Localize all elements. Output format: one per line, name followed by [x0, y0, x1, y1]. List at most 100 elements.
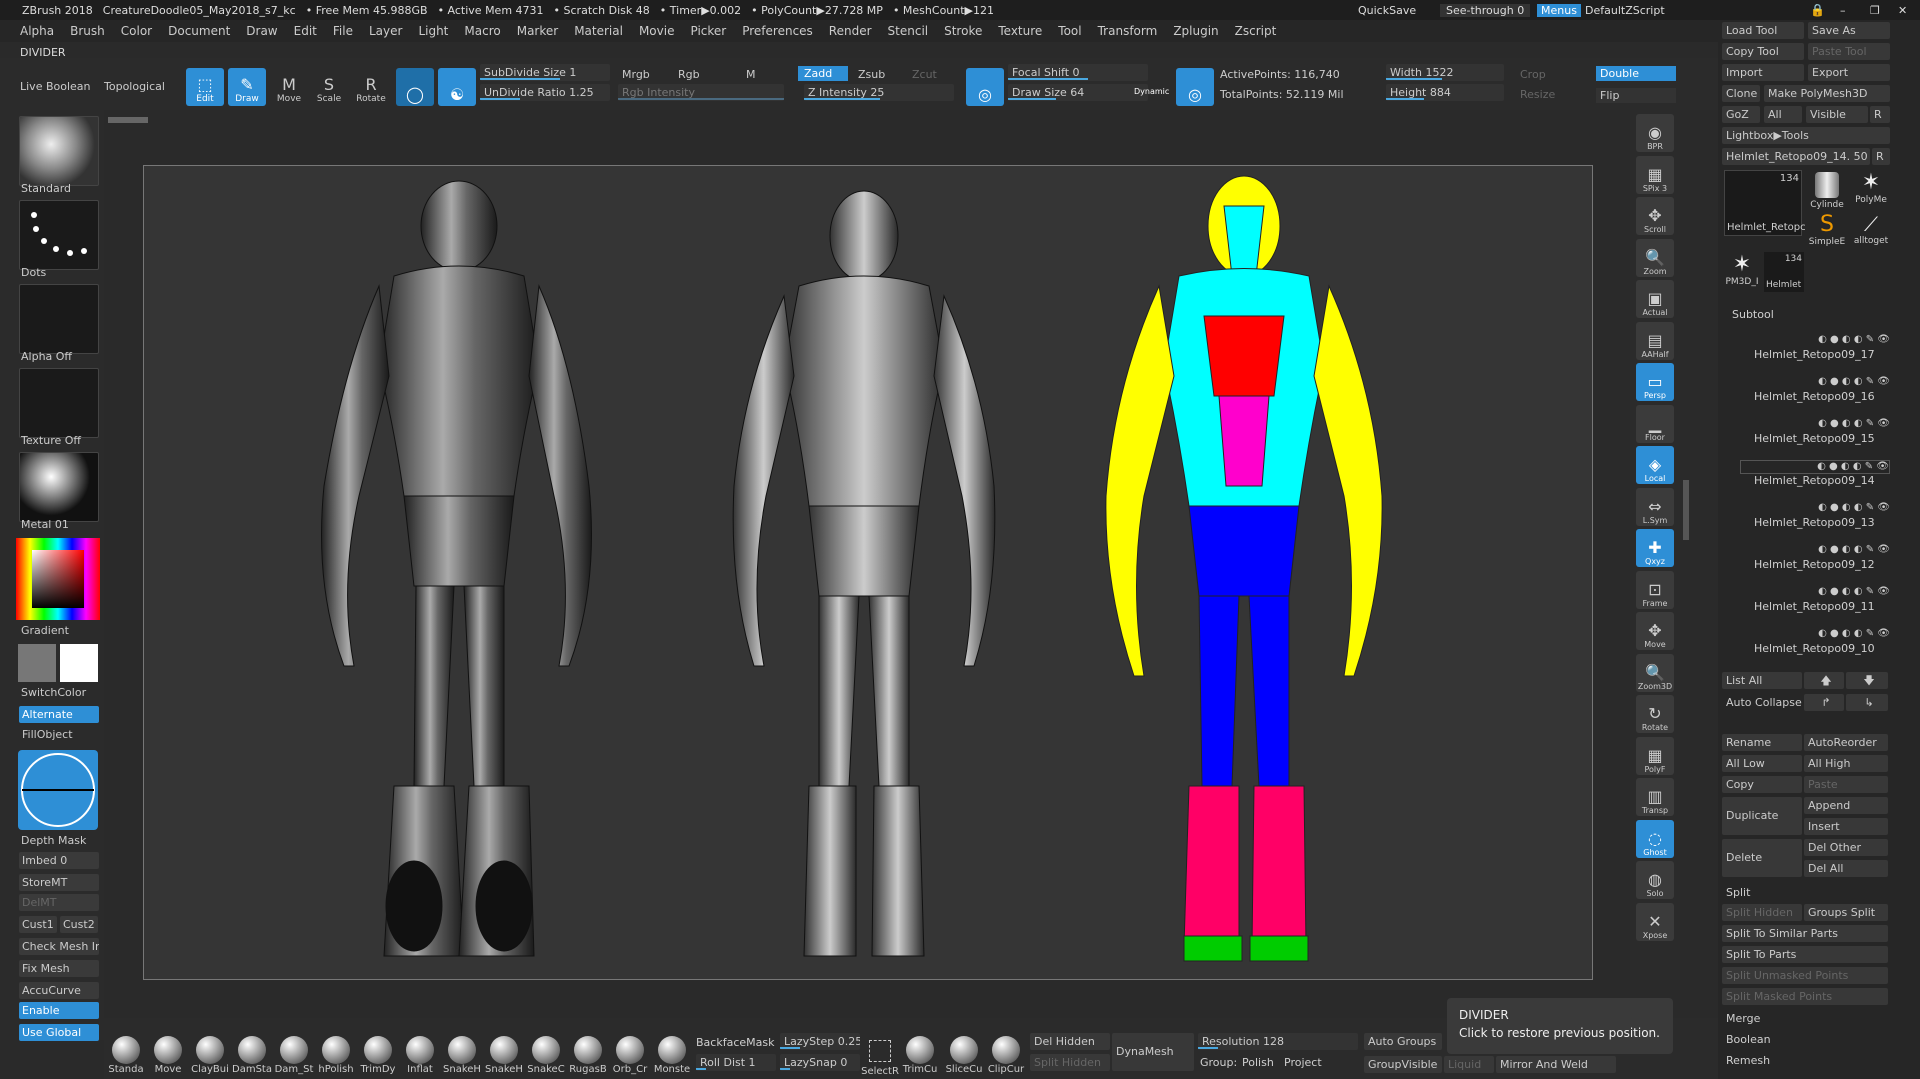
- delete-button[interactable]: Delete: [1722, 839, 1802, 877]
- check-mesh-button[interactable]: Check Mesh In: [19, 938, 99, 955]
- mirror-weld-button[interactable]: Mirror And Weld: [1496, 1056, 1616, 1073]
- select-rect-brush[interactable]: SelectR: [860, 1036, 900, 1077]
- move-button[interactable]: M Move: [270, 68, 308, 106]
- zcut-button[interactable]: Zcut: [912, 68, 937, 81]
- goz-button[interactable]: GoZ: [1722, 106, 1760, 123]
- subtool-item[interactable]: Helmlet_Retopo09_14: [1754, 474, 1875, 487]
- crop-button[interactable]: Crop: [1520, 68, 1546, 81]
- del-all-button[interactable]: Del All: [1804, 860, 1888, 877]
- autoreorder-button[interactable]: AutoReorder: [1804, 734, 1888, 751]
- menu-color[interactable]: Color: [113, 24, 160, 38]
- cust2-button[interactable]: Cust2: [60, 916, 98, 933]
- height-slider[interactable]: Height 884: [1386, 84, 1504, 101]
- depth-mask-thumb[interactable]: [18, 750, 98, 830]
- tool-r-button[interactable]: R: [1872, 148, 1890, 165]
- menu-file[interactable]: File: [325, 24, 361, 38]
- r-button[interactable]: R: [1870, 106, 1890, 123]
- menu-stencil[interactable]: Stencil: [880, 24, 937, 38]
- split-unmasked-button[interactable]: Split Unmasked Points: [1722, 967, 1888, 984]
- rotate-button[interactable]: R Rotate: [352, 68, 390, 106]
- arrow-down-icon[interactable]: 🡇: [1846, 672, 1888, 689]
- draw-button[interactable]: ✎ Draw: [228, 68, 266, 106]
- subtool-controls[interactable]: ◐ ● ◐ ◐ ✎ 👁: [1740, 376, 1890, 390]
- m-button[interactable]: M: [746, 68, 756, 81]
- subtool-item[interactable]: Helmlet_Retopo09_13: [1754, 516, 1875, 529]
- menu-marker[interactable]: Marker: [509, 24, 566, 38]
- brush-snakeh-button[interactable]: SnakeH: [484, 1036, 524, 1075]
- minimize-icon[interactable]: –: [1840, 4, 1846, 17]
- delmt-button[interactable]: DelMT: [19, 894, 99, 911]
- close-icon[interactable]: ✕: [1898, 4, 1907, 17]
- lightbox-tools-button[interactable]: Lightbox▶Tools: [1722, 127, 1890, 144]
- export-button[interactable]: Export: [1808, 64, 1890, 81]
- menu-movie[interactable]: Movie: [631, 24, 683, 38]
- shelf-transp-button[interactable]: ▥ Transp: [1636, 778, 1674, 816]
- menus-button[interactable]: Menus: [1537, 3, 1581, 17]
- focal-shift-slider[interactable]: Focal Shift 0: [1008, 64, 1148, 81]
- tool-thumb-cylinder[interactable]: Cylinde: [1806, 170, 1848, 210]
- boolean-header[interactable]: Boolean: [1726, 1033, 1771, 1046]
- subtool-item[interactable]: Helmlet_Retopo09_12: [1754, 558, 1875, 571]
- insert-button[interactable]: Insert: [1804, 818, 1888, 835]
- undivide-ratio-slider[interactable]: UnDivide Ratio 1.25: [480, 84, 610, 101]
- clip-curve-brush[interactable]: ClipCur: [986, 1036, 1026, 1075]
- yin-yang-icon[interactable]: ☯: [438, 68, 476, 106]
- rgb-intensity-slider[interactable]: Rgb Intensity: [618, 84, 784, 101]
- auto-groups-button[interactable]: Auto Groups: [1364, 1033, 1442, 1050]
- dynamic-size-icon[interactable]: ◎: [1176, 68, 1214, 106]
- shelf-solo-button[interactable]: ◍ Solo: [1636, 861, 1674, 899]
- all-button[interactable]: All: [1764, 106, 1802, 123]
- menu-preferences[interactable]: Preferences: [734, 24, 821, 38]
- shelf-scrollbar[interactable]: [1683, 480, 1689, 540]
- menu-brush[interactable]: Brush: [62, 24, 113, 38]
- menu-light[interactable]: Light: [410, 24, 456, 38]
- menu-tool[interactable]: Tool: [1050, 24, 1089, 38]
- subtool-controls[interactable]: ◐ ● ◐ ◐ ✎ 👁: [1740, 334, 1890, 348]
- brush-move-button[interactable]: Move: [148, 1036, 188, 1075]
- menu-draw[interactable]: Draw: [238, 24, 285, 38]
- import-button[interactable]: Import: [1722, 64, 1804, 81]
- groups-split-button[interactable]: Groups Split: [1804, 904, 1888, 921]
- tool-thumb-simplebrush[interactable]: S SimpleE: [1806, 212, 1848, 252]
- menu-layer[interactable]: Layer: [361, 24, 410, 38]
- all-high-button[interactable]: All High: [1804, 755, 1888, 772]
- subdivide-size-slider[interactable]: SubDivide Size 1: [480, 64, 610, 81]
- split-similar-button[interactable]: Split To Similar Parts: [1722, 925, 1888, 942]
- gradient-label[interactable]: Gradient: [21, 624, 69, 637]
- merge-header[interactable]: Merge: [1726, 1012, 1760, 1025]
- roll-dist-slider[interactable]: Roll Dist 1: [696, 1054, 776, 1071]
- menu-zscript[interactable]: Zscript: [1227, 24, 1285, 38]
- menu-picker[interactable]: Picker: [682, 24, 734, 38]
- enable-button[interactable]: Enable: [19, 1002, 99, 1019]
- default-zscript-button[interactable]: DefaultZScript: [1585, 4, 1665, 17]
- move-up-icon[interactable]: ↱: [1804, 694, 1844, 711]
- switchcolor-button[interactable]: SwitchColor: [21, 686, 86, 699]
- brush-hpolish-button[interactable]: hPolish: [316, 1036, 356, 1075]
- shelf-zoom-button[interactable]: 🔍 Zoom: [1636, 238, 1674, 277]
- dynamesh-button[interactable]: DynaMesh: [1112, 1033, 1194, 1071]
- brush-inflat-button[interactable]: Inflat: [400, 1036, 440, 1075]
- flip-button[interactable]: Flip: [1596, 88, 1676, 103]
- fix-mesh-button[interactable]: Fix Mesh: [19, 960, 99, 977]
- shelf-actual-button[interactable]: ▣ Actual: [1636, 280, 1674, 318]
- alternate-button[interactable]: Alternate: [19, 706, 99, 723]
- menu-texture[interactable]: Texture: [990, 24, 1050, 38]
- shelf-move-button[interactable]: ✥ Move: [1636, 612, 1674, 650]
- shelf-qxyz-button[interactable]: ✚ Qxyz: [1636, 529, 1674, 567]
- tool-thumb-alltogether[interactable]: ⟋ alltoget: [1850, 212, 1892, 252]
- dots-stroke-thumb[interactable]: [19, 200, 99, 270]
- brush-standa-button[interactable]: Standa: [106, 1036, 146, 1075]
- visible-button[interactable]: Visible: [1806, 106, 1868, 123]
- edit-button[interactable]: ⬚ Edit: [186, 68, 224, 106]
- menu-document[interactable]: Document: [160, 24, 238, 38]
- rename-button[interactable]: Rename: [1722, 734, 1802, 751]
- brush-damsta-button[interactable]: DamSta: [232, 1036, 272, 1075]
- subtool-item[interactable]: Helmlet_Retopo09_17: [1754, 348, 1875, 361]
- menu-edit[interactable]: Edit: [286, 24, 325, 38]
- draw-size-slider[interactable]: Draw Size 64: [1008, 84, 1148, 101]
- subtool-controls[interactable]: ◐ ● ◐ ◐ ✎ 👁: [1740, 628, 1890, 642]
- menu-transform[interactable]: Transform: [1090, 24, 1166, 38]
- arrow-up-icon[interactable]: 🡅: [1804, 672, 1844, 689]
- resolution-slider[interactable]: Resolution 128: [1198, 1033, 1358, 1050]
- subtool-controls[interactable]: ◐ ● ◐ ◐ ✎ 👁: [1740, 460, 1890, 474]
